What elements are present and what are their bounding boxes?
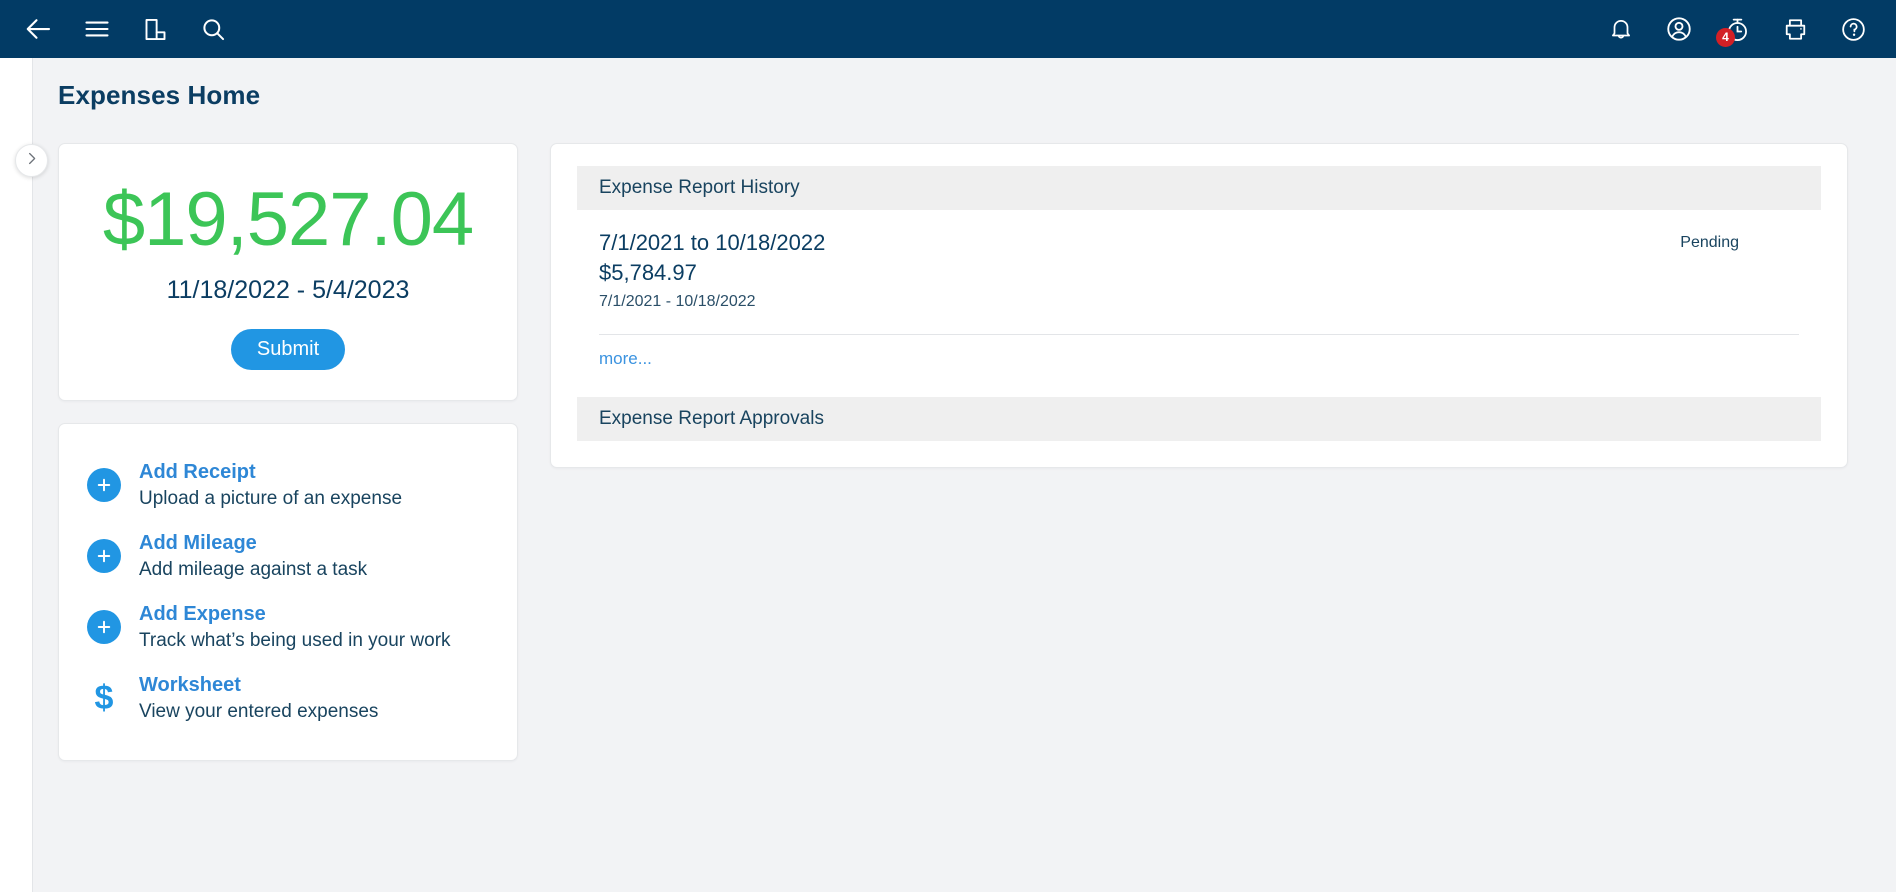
add-expense-icon-slot xyxy=(81,604,127,650)
page-title: Expenses Home xyxy=(58,80,261,110)
status-badge: Pending xyxy=(1680,234,1739,251)
report-row-details: 7/1/2021 to 10/18/2022 $5,784.97 7/1/202… xyxy=(599,228,1680,314)
search-icon xyxy=(200,16,227,43)
expense-report-approvals-heading: Expense Report Approvals xyxy=(577,397,1821,441)
rail-expand-button[interactable] xyxy=(15,144,48,177)
report-amount: $5,784.97 xyxy=(599,260,697,285)
action-title: Add Expense xyxy=(139,603,266,625)
notifications-bell-icon xyxy=(1608,16,1634,42)
reports-chart-button[interactable] xyxy=(126,0,184,58)
add-expense-text: Add Expense Track what’s being used in y… xyxy=(139,602,451,653)
add-receipt-icon-slot xyxy=(81,462,127,508)
hamburger-menu-icon xyxy=(83,15,111,43)
notifications-button[interactable] xyxy=(1592,0,1650,58)
printer-icon xyxy=(1782,16,1809,43)
action-item-add-expense[interactable]: Add Expense Track what’s being used in y… xyxy=(59,592,517,663)
expense-report-history-heading: Expense Report History xyxy=(577,166,1821,210)
expense-summary-card: $19,527.04 11/18/2022 - 5/4/2023 Submit xyxy=(58,143,518,401)
back-arrow-icon xyxy=(24,14,54,44)
action-subtitle: View your entered expenses xyxy=(139,701,379,722)
summary-date-range: 11/18/2022 - 5/4/2023 xyxy=(166,276,410,304)
print-button[interactable] xyxy=(1766,0,1824,58)
hamburger-menu-button[interactable] xyxy=(68,0,126,58)
header-right-icon-group: 4 xyxy=(1592,0,1896,58)
account-button[interactable] xyxy=(1650,0,1708,58)
action-subtitle: Upload a picture of an expense xyxy=(139,488,403,509)
search-button[interactable] xyxy=(184,0,242,58)
chevron-right-icon xyxy=(24,151,39,171)
action-title: Add Mileage xyxy=(139,532,257,554)
left-column: $19,527.04 11/18/2022 - 5/4/2023 Submit xyxy=(58,143,518,761)
more-link[interactable]: more... xyxy=(577,335,674,387)
app-header-bar: 4 xyxy=(0,0,1896,58)
plus-circle-icon xyxy=(87,468,121,502)
report-sub-period: 7/1/2021 - 10/18/2022 xyxy=(599,293,756,310)
time-entry-button[interactable]: 4 xyxy=(1708,0,1766,58)
row-divider xyxy=(599,334,1799,335)
action-item-add-mileage[interactable]: Add Mileage Add mileage against a task xyxy=(59,521,517,592)
expense-reports-panel: Expense Report History 7/1/2021 to 10/18… xyxy=(550,143,1848,468)
submit-button[interactable]: Submit xyxy=(230,329,346,370)
action-item-add-receipt[interactable]: Add Receipt Upload a picture of an expen… xyxy=(59,450,517,521)
main-content: $19,527.04 11/18/2022 - 5/4/2023 Submit xyxy=(58,143,1848,761)
account-user-icon xyxy=(1665,15,1693,43)
total-expense-amount: $19,527.04 xyxy=(102,177,474,262)
add-mileage-text: Add Mileage Add mileage against a task xyxy=(139,531,367,582)
add-mileage-icon-slot xyxy=(81,533,127,579)
help-question-icon xyxy=(1840,16,1867,43)
action-item-worksheet[interactable]: $ Worksheet View your entered expenses xyxy=(59,663,517,734)
action-subtitle: Track what’s being used in your work xyxy=(139,630,451,651)
action-title: Add Receipt xyxy=(139,461,256,483)
back-arrow-button[interactable] xyxy=(10,0,68,58)
help-button[interactable] xyxy=(1824,0,1882,58)
dollar-sign-icon: $ xyxy=(94,679,114,717)
table-row[interactable]: 7/1/2021 to 10/18/2022 $5,784.97 7/1/202… xyxy=(577,210,1821,324)
header-left-icon-group xyxy=(0,0,242,58)
worksheet-text: Worksheet View your entered expenses xyxy=(139,673,378,724)
report-period: 7/1/2021 to 10/18/2022 xyxy=(599,230,826,255)
plus-circle-icon xyxy=(87,539,121,573)
worksheet-icon-slot: $ xyxy=(81,675,127,721)
time-entry-count-badge: 4 xyxy=(1716,28,1735,47)
add-receipt-text: Add Receipt Upload a picture of an expen… xyxy=(139,460,402,511)
page-container: Expenses Home $19,527.04 11/18/2022 - 5/… xyxy=(0,58,1896,892)
action-title: Worksheet xyxy=(139,674,241,696)
reports-chart-icon xyxy=(142,16,169,43)
quick-actions-card: Add Receipt Upload a picture of an expen… xyxy=(58,423,518,761)
action-subtitle: Add mileage against a task xyxy=(139,559,368,580)
plus-circle-icon xyxy=(87,610,121,644)
left-rail xyxy=(0,58,33,892)
right-column: Expense Report History 7/1/2021 to 10/18… xyxy=(550,143,1848,468)
